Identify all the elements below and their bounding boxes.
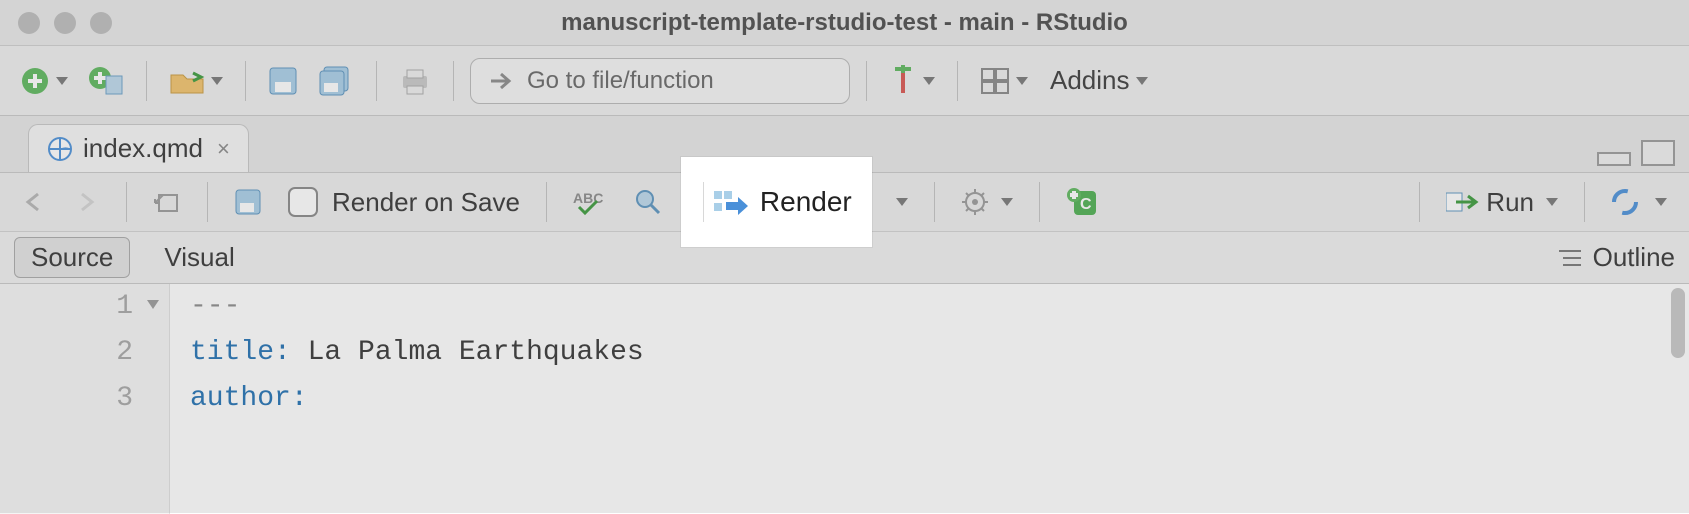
- code-line[interactable]: author:: [190, 376, 1673, 422]
- chevron-down-icon: [896, 198, 908, 206]
- toolbar-separator: [126, 182, 127, 222]
- file-tab-label: index.qmd: [83, 133, 203, 164]
- save-all-button[interactable]: [312, 59, 360, 103]
- zoom-window-button[interactable]: [90, 12, 112, 34]
- settings-button[interactable]: [953, 180, 1021, 224]
- render-on-save-checkbox[interactable]: Render on Save: [280, 180, 528, 224]
- toolbar-separator: [1584, 182, 1585, 222]
- svg-text:C: C: [1080, 196, 1092, 213]
- window-title: manuscript-template-rstudio-test - main …: [0, 9, 1689, 37]
- toolbar-separator: [146, 61, 147, 101]
- run-button[interactable]: Run: [1438, 180, 1566, 224]
- chevron-down-icon: [56, 77, 68, 85]
- line-number: 2: [0, 330, 133, 376]
- code-line[interactable]: ---: [190, 284, 1673, 330]
- chevron-down-icon: [211, 77, 223, 85]
- line-number: 3: [0, 376, 133, 422]
- goto-placeholder: Go to file/function: [527, 67, 714, 95]
- git-button[interactable]: [883, 59, 941, 103]
- save-document-button[interactable]: [226, 180, 270, 224]
- source-mode-label: Source: [31, 242, 113, 272]
- publish-button[interactable]: [1603, 180, 1675, 224]
- chevron-down-icon: [923, 77, 935, 85]
- toolbar-separator: [245, 61, 246, 101]
- render-icon: [712, 187, 750, 217]
- svg-text:ABC: ABC: [573, 190, 603, 206]
- toolbar-separator: [1039, 182, 1040, 222]
- run-icon: [1446, 189, 1480, 215]
- panes-button[interactable]: [974, 59, 1034, 103]
- toolbar-separator: [934, 182, 935, 222]
- toolbar-separator: [546, 182, 547, 222]
- render-button[interactable]: Render: [681, 157, 872, 247]
- outline-icon: [1557, 247, 1583, 269]
- render-label: Render: [760, 186, 852, 218]
- goto-file-function-input[interactable]: Go to file/function: [470, 58, 850, 104]
- outline-button[interactable]: Outline: [1557, 242, 1675, 273]
- chevron-down-icon: [1546, 198, 1558, 206]
- code-editor[interactable]: 123 ---title: La Palma Earthquakesauthor…: [0, 284, 1689, 514]
- open-file-button[interactable]: [163, 59, 229, 103]
- chevron-down-icon: [1655, 198, 1667, 206]
- addins-label: Addins: [1050, 65, 1130, 96]
- vertical-scrollbar[interactable]: [1671, 288, 1685, 358]
- line-number: 1: [0, 284, 133, 330]
- toolbar-separator: [1419, 182, 1420, 222]
- chevron-down-icon: [1136, 77, 1148, 85]
- arrow-right-icon: [489, 70, 513, 92]
- toolbar-separator: [453, 61, 454, 101]
- find-replace-button[interactable]: [625, 180, 671, 224]
- toolbar-separator: [866, 61, 867, 101]
- window-titlebar: manuscript-template-rstudio-test - main …: [0, 0, 1689, 46]
- fold-icon[interactable]: [147, 300, 159, 309]
- new-project-button[interactable]: [82, 59, 130, 103]
- source-mode-button[interactable]: Source: [14, 237, 130, 278]
- window-controls: [18, 12, 112, 34]
- checkbox-icon: [288, 187, 318, 217]
- visual-mode-button[interactable]: Visual: [148, 238, 250, 277]
- visual-mode-label: Visual: [164, 242, 234, 272]
- insert-chunk-button[interactable]: C: [1058, 180, 1106, 224]
- editor-toolbar: Render on Save ABC Render C Run: [0, 172, 1689, 232]
- save-button[interactable]: [262, 59, 304, 103]
- spellcheck-button[interactable]: ABC: [565, 180, 615, 224]
- code-line[interactable]: title: La Palma Earthquakes: [190, 330, 1673, 376]
- gear-icon: [961, 188, 989, 216]
- code-area[interactable]: ---title: La Palma Earthquakesauthor:: [190, 284, 1673, 422]
- render-on-save-label: Render on Save: [332, 187, 520, 218]
- line-gutter: 123: [0, 284, 170, 514]
- toolbar-separator: [376, 61, 377, 101]
- new-file-button[interactable]: [14, 59, 74, 103]
- toolbar-separator: [957, 61, 958, 101]
- close-window-button[interactable]: [18, 12, 40, 34]
- run-label: Run: [1486, 187, 1534, 218]
- close-tab-button[interactable]: ×: [217, 136, 230, 162]
- minimize-window-button[interactable]: [54, 12, 76, 34]
- chevron-down-icon: [1016, 77, 1028, 85]
- addins-menu[interactable]: Addins: [1050, 65, 1148, 96]
- chevron-down-icon: [1001, 198, 1013, 206]
- forward-button[interactable]: [66, 180, 108, 224]
- file-tab-index-qmd[interactable]: index.qmd ×: [28, 124, 249, 172]
- outline-label: Outline: [1593, 242, 1675, 273]
- main-toolbar: Go to file/function Addins: [0, 46, 1689, 116]
- quarto-file-icon: [47, 134, 73, 164]
- back-button[interactable]: [14, 180, 56, 224]
- print-button[interactable]: [393, 59, 437, 103]
- maximize-pane-button[interactable]: [1641, 140, 1675, 166]
- minimize-pane-button[interactable]: [1597, 152, 1631, 166]
- render-dropdown[interactable]: [882, 180, 916, 224]
- toolbar-separator: [207, 182, 208, 222]
- toolbar-separator: [703, 182, 704, 222]
- show-in-new-window-button[interactable]: [145, 180, 189, 224]
